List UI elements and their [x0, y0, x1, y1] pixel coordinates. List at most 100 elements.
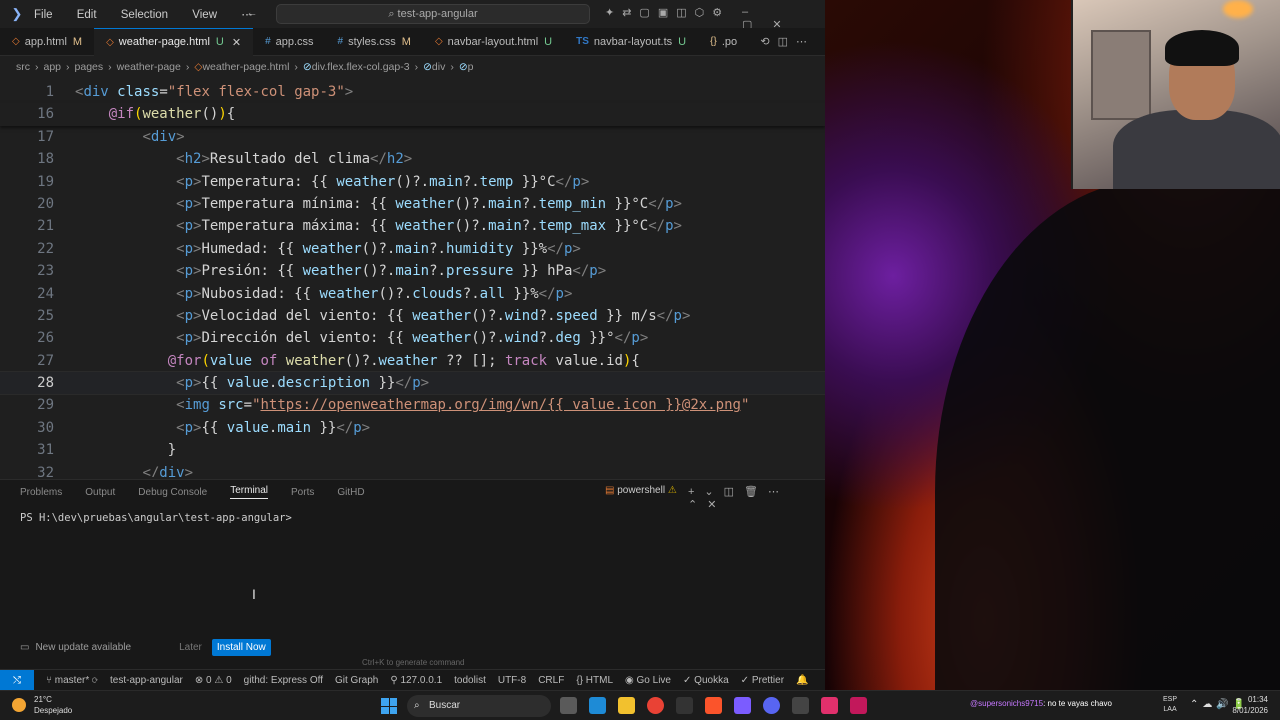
quokka-status[interactable]: ✓ Quokka [683, 675, 729, 686]
wallpaper-shape [935, 180, 1280, 700]
editor-actions[interactable]: ⟲◫⋯ [760, 35, 815, 48]
terminal-selector[interactable]: ▤ powershell ⚠ [605, 485, 677, 496]
tab-po[interactable]: {} .po [698, 28, 749, 56]
tiktok-icon[interactable] [821, 697, 838, 714]
tab-app-html[interactable]: ◇ app.html M [0, 28, 94, 56]
clock[interactable]: 01:34 8/01/2026 [1226, 694, 1268, 716]
breadcrumb: src › app › pages › weather-page › ◇ weather… [16, 61, 474, 73]
tab-ports[interactable]: Ports [291, 487, 314, 498]
go-live-label: Go Live [636, 674, 671, 686]
menu-bar: File Edit Selection View ⋯ [34, 7, 274, 21]
tab-output[interactable]: Output [85, 487, 115, 498]
prettier-status[interactable]: ✓ Prettier [741, 675, 784, 686]
code-line: 29 <img src="https://openweathermap.org/… [0, 394, 825, 416]
file-explorer-icon[interactable] [618, 697, 635, 714]
tab-githd[interactable]: GitHD [337, 487, 364, 498]
tab-terminal[interactable]: Terminal [230, 485, 269, 499]
close-icon[interactable]: ✕ [232, 36, 241, 49]
tab-navbar-layout-ts[interactable]: TS navbar-layout.ts U [564, 28, 698, 56]
tab-weather-page-html[interactable]: ◇ weather-page.html U ✕ [94, 27, 254, 56]
breadcrumb-item[interactable]: src [16, 61, 30, 73]
tab-problems[interactable]: Problems [20, 487, 62, 498]
line-number: 24 [37, 285, 54, 302]
back-arrow-icon[interactable]: ← [246, 7, 258, 19]
element-icon: ⊘ [302, 61, 312, 73]
breadcrumb-item[interactable]: weather-page [117, 61, 181, 73]
panel-actions[interactable]: +⌄◫🗑⋯⌃✕ [688, 485, 825, 511]
githd-status[interactable]: githd: Express Off [244, 675, 323, 686]
css-icon: # [265, 36, 271, 47]
branch-status[interactable]: ⑂ master* ⟳ [46, 675, 98, 686]
vscode-icon[interactable] [589, 697, 606, 714]
code-text: <p>Temperatura máxima: {{ weather()?.mai… [176, 218, 682, 235]
remote-icon[interactable]: ⤭ [0, 669, 34, 691]
bottom-panel: Problems Output Debug Console Terminal P… [0, 479, 825, 669]
eol-status[interactable]: CRLF [538, 675, 564, 686]
breadcrumb-item[interactable]: app [44, 61, 62, 73]
windows-taskbar: 21°C Despejado ⌕ Buscar @supersonichs9715:… [0, 690, 1280, 720]
windows-start-icon[interactable] [381, 698, 397, 714]
menu-edit[interactable]: Edit [77, 9, 97, 21]
bell-icon[interactable]: 🔔 [796, 675, 808, 686]
project-name[interactable]: test-app-angular [110, 675, 183, 686]
problems-status[interactable]: ⊗ 0 ⚠ 0 [195, 675, 232, 686]
tab-styles-css[interactable]: # styles.css M [326, 28, 423, 56]
git-graph-status[interactable]: Git Graph [335, 675, 378, 686]
tab-label: styles.css [348, 35, 396, 48]
code-text: <p>Presión: {{ weather()?.main?.pressure… [176, 263, 607, 280]
app-tf-icon[interactable] [850, 697, 867, 714]
go-live-status[interactable]: ◉ Go Live [625, 675, 671, 686]
line-number: 30 [37, 419, 54, 436]
element-icon: ⊘ [458, 61, 468, 73]
title-bar: ❯ File Edit Selection View ⋯ ← ⌕ test-ap… [0, 0, 825, 31]
warning-icon: ⚠ [667, 485, 677, 496]
breadcrumb-item[interactable]: weather-page.html [202, 61, 289, 73]
menu-file[interactable]: File [34, 9, 53, 21]
breadcrumb-item[interactable]: pages [75, 61, 104, 73]
app-icon[interactable] [734, 697, 751, 714]
command-center-search[interactable]: ⌕ test-app-angular [276, 4, 590, 24]
tab-debug-console[interactable]: Debug Console [138, 487, 207, 498]
code-line: 21 <p>Temperatura máxima: {{ weather()?.… [0, 215, 825, 237]
settings-icon[interactable] [792, 697, 809, 714]
code-line: 22 <p>Humedad: {{ weather()?.main?.humid… [0, 238, 825, 260]
chrome-icon[interactable] [647, 697, 664, 714]
line-number: 20 [37, 195, 54, 212]
taskbar-search[interactable]: ⌕ Buscar [407, 695, 551, 717]
github-icon[interactable] [676, 697, 693, 714]
later-button[interactable]: Later [179, 642, 202, 653]
lang-code: ESP [1163, 696, 1178, 703]
encoding-status[interactable]: UTF-8 [498, 675, 526, 686]
install-now-button[interactable]: Install Now [211, 639, 271, 656]
discord-icon[interactable] [763, 697, 780, 714]
server-ip-status[interactable]: ⚲ 127.0.0.1 [390, 675, 442, 686]
language-indicator[interactable]: ESP LAA [1163, 695, 1177, 715]
tab-app-css[interactable]: # app.css [253, 28, 325, 56]
code-text: <p>{{ value.description }}</p> [176, 375, 430, 392]
menu-view[interactable]: View [192, 9, 217, 21]
clock-date: 8/01/2026 [1232, 706, 1268, 715]
code-text: <div class="flex flex-col gap-3"> [75, 84, 354, 100]
menu-selection[interactable]: Selection [121, 9, 168, 21]
task-view-icon[interactable] [560, 697, 577, 714]
layout-controls[interactable]: ✦⇄▢▣◫⬡⚙ [605, 6, 730, 19]
person-hair [1165, 30, 1239, 66]
chat-text: : no te vayas chavo [1043, 699, 1112, 708]
line-number: 19 [37, 173, 54, 190]
breadcrumb-item[interactable]: div [432, 61, 445, 73]
branch-icon: ⑂ [46, 674, 55, 686]
weather-widget[interactable]: 21°C Despejado [12, 694, 72, 716]
tab-status: U [215, 36, 224, 48]
tab-navbar-layout-html[interactable]: ◇ navbar-layout.html U [423, 28, 564, 56]
breadcrumb-item[interactable]: p [468, 61, 474, 73]
language-status[interactable]: {} HTML [576, 675, 613, 686]
vscode-window: ❯ File Edit Selection View ⋯ ← ⌕ test-ap… [0, 0, 825, 691]
server-ip: 127.0.0.1 [400, 674, 443, 686]
code-text: <p>Velocidad del viento: {{ weather()?.w… [176, 307, 691, 324]
breadcrumb-item[interactable]: div.flex.flex-col.gap-3 [312, 61, 410, 73]
line-number: 27 [37, 352, 54, 369]
code-editor[interactable]: 1 <div class="flex flex-col gap-3"> 16 @i… [0, 81, 825, 477]
brave-icon[interactable] [705, 697, 722, 714]
code-line: 23 <p>Presión: {{ weather()?.main?.press… [0, 260, 825, 282]
todolist-status[interactable]: todolist [454, 675, 486, 686]
